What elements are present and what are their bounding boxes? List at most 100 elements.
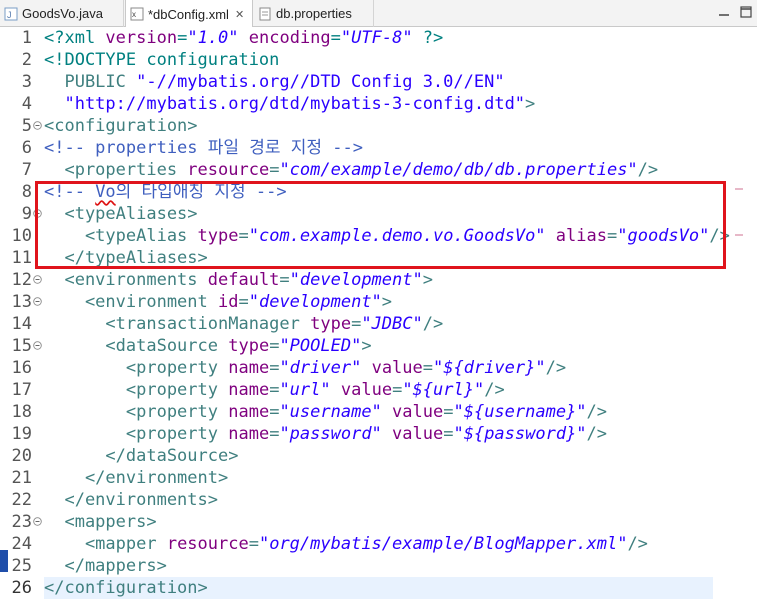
tab-goodsvo-java[interactable]: J GoodsVo.java bbox=[0, 0, 124, 27]
code-token: "${url}" bbox=[402, 380, 485, 400]
code-token: = bbox=[351, 314, 362, 334]
code-text: <?xml version="1.0" encoding="UTF-8" ?> bbox=[44, 27, 713, 49]
code-line[interactable]: 13 <environment id="development"> bbox=[0, 291, 757, 313]
code-text: <properties resource="com/example/demo/d… bbox=[44, 159, 713, 181]
code-text: </configuration> bbox=[44, 577, 713, 599]
code-token: = bbox=[269, 402, 280, 422]
code-token: value bbox=[392, 424, 444, 444]
line-number: 4 bbox=[21, 94, 32, 114]
code-line[interactable]: 4 "http://mybatis.org/dtd/mybatis-3-conf… bbox=[0, 93, 757, 115]
fold-toggle-icon[interactable] bbox=[33, 275, 42, 284]
code-token: /> bbox=[627, 534, 648, 554]
code-token: </mappers> bbox=[44, 556, 167, 576]
code-text: <property name="password" value="${passw… bbox=[44, 423, 713, 445]
code-token: "${username}" bbox=[453, 402, 587, 422]
current-line-marker bbox=[0, 550, 8, 572]
code-line[interactable]: 5 <configuration> bbox=[0, 115, 757, 137]
code-line[interactable]: 23 <mappers> bbox=[0, 511, 757, 533]
fold-toggle-icon[interactable] bbox=[33, 121, 42, 130]
xml-file-icon: x bbox=[130, 7, 144, 21]
code-token: /> bbox=[545, 358, 567, 378]
code-line[interactable]: 21 </environment> bbox=[0, 467, 757, 489]
tab-db-properties[interactable]: db.properties bbox=[254, 0, 374, 27]
code-text: <!DOCTYPE configuration bbox=[44, 49, 713, 71]
code-line[interactable]: 1 <?xml version="1.0" encoding="UTF-8" ?> bbox=[0, 27, 757, 49]
code-token: "development" bbox=[248, 292, 382, 312]
code-token: resource bbox=[187, 160, 270, 180]
code-token: <mappers> bbox=[44, 512, 157, 532]
line-number: 17 bbox=[11, 380, 32, 400]
code-token: name bbox=[228, 402, 270, 422]
code-text: <property name="driver" value="${driver}… bbox=[44, 357, 713, 379]
tab-dbconfig-xml[interactable]: x *dbConfig.xml ✕ bbox=[125, 0, 253, 28]
code-line[interactable]: 3 PUBLIC "-//mybatis.org//DTD Config 3.0… bbox=[0, 71, 757, 93]
svg-text:J: J bbox=[7, 10, 12, 20]
fold-toggle-icon[interactable] bbox=[33, 341, 42, 350]
code-token: value bbox=[392, 402, 444, 422]
line-number: 19 bbox=[11, 424, 32, 444]
code-token: "password" bbox=[279, 424, 382, 444]
code-text: </environments> bbox=[44, 489, 713, 511]
code-line[interactable]: 14 <transactionManager type="JDBC"/> bbox=[0, 313, 757, 335]
line-number: 5 bbox=[21, 116, 32, 136]
maximize-icon[interactable] bbox=[739, 4, 753, 18]
code-line[interactable]: 18 <property name="username" value="${us… bbox=[0, 401, 757, 423]
code-token: /> bbox=[586, 424, 608, 444]
code-line[interactable]: 25 </mappers> bbox=[0, 555, 757, 577]
code-text: </mappers> bbox=[44, 555, 713, 577]
code-line[interactable]: 20 </dataSource> bbox=[0, 445, 757, 467]
code-text: "http://mybatis.org/dtd/mybatis-3-config… bbox=[44, 93, 713, 115]
code-token: "com/example/demo/db/db.properties" bbox=[279, 160, 638, 180]
code-token: <environment bbox=[44, 292, 218, 312]
minimize-icon[interactable] bbox=[717, 4, 731, 18]
code-token: <?xml bbox=[44, 28, 106, 48]
code-token: PUBLIC bbox=[44, 72, 137, 92]
line-number: 21 bbox=[11, 468, 32, 488]
highlight-box bbox=[35, 181, 726, 269]
code-token: "UTF-8" bbox=[340, 28, 413, 48]
code-line[interactable]: 19 <property name="password" value="${pa… bbox=[0, 423, 757, 445]
code-token: "driver" bbox=[279, 358, 362, 378]
code-editor[interactable]: 1 <?xml version="1.0" encoding="UTF-8" ?>… bbox=[0, 27, 757, 610]
code-text: PUBLIC "-//mybatis.org//DTD Config 3.0//… bbox=[44, 71, 713, 93]
line-number: 9 bbox=[21, 204, 32, 224]
code-token: </dataSource> bbox=[44, 446, 239, 466]
line-number: 22 bbox=[11, 490, 32, 510]
code-text: <!-- properties 파일 경로 지정 --> bbox=[44, 137, 713, 159]
code-token: type bbox=[228, 336, 270, 356]
code-token: "development" bbox=[289, 270, 423, 290]
code-line[interactable]: 12 <environments default="development"> bbox=[0, 269, 757, 291]
code-token: default bbox=[207, 270, 280, 290]
code-token: "-//mybatis.org//DTD Config 3.0//EN" bbox=[136, 72, 505, 92]
properties-file-icon bbox=[258, 7, 272, 21]
code-line[interactable]: 26 </configuration> bbox=[0, 577, 757, 599]
code-token: > bbox=[361, 336, 372, 356]
code-line[interactable]: 17 <property name="url" value="${url}"/> bbox=[0, 379, 757, 401]
tab-label: db.properties bbox=[276, 6, 352, 21]
code-text: <transactionManager type="JDBC"/> bbox=[44, 313, 713, 335]
code-token: type bbox=[310, 314, 352, 334]
fold-toggle-icon[interactable] bbox=[33, 297, 42, 306]
code-token: value bbox=[371, 358, 423, 378]
line-number: 26 bbox=[11, 578, 32, 598]
code-line[interactable]: 6 <!-- properties 파일 경로 지정 --> bbox=[0, 137, 757, 159]
code-token: </environment> bbox=[44, 468, 229, 488]
code-line[interactable]: 15 <dataSource type="POOLED"> bbox=[0, 335, 757, 357]
code-token: /> bbox=[422, 314, 444, 334]
line-number: 10 bbox=[11, 226, 32, 246]
code-token: <property bbox=[44, 380, 229, 400]
fold-toggle-icon[interactable] bbox=[33, 517, 42, 526]
code-line[interactable]: 22 </environments> bbox=[0, 489, 757, 511]
code-line[interactable]: 24 <mapper resource="org/mybatis/example… bbox=[0, 533, 757, 555]
close-icon[interactable]: ✕ bbox=[235, 8, 244, 21]
code-token: </environments> bbox=[44, 490, 218, 510]
code-token: name bbox=[228, 424, 270, 444]
code-line[interactable]: 2 <!DOCTYPE configuration bbox=[0, 49, 757, 71]
code-token: = bbox=[269, 380, 280, 400]
code-token: <properties bbox=[44, 160, 188, 180]
code-line[interactable]: 16 <property name="driver" value="${driv… bbox=[0, 357, 757, 379]
code-line[interactable]: 7 <properties resource="com/example/demo… bbox=[0, 159, 757, 181]
